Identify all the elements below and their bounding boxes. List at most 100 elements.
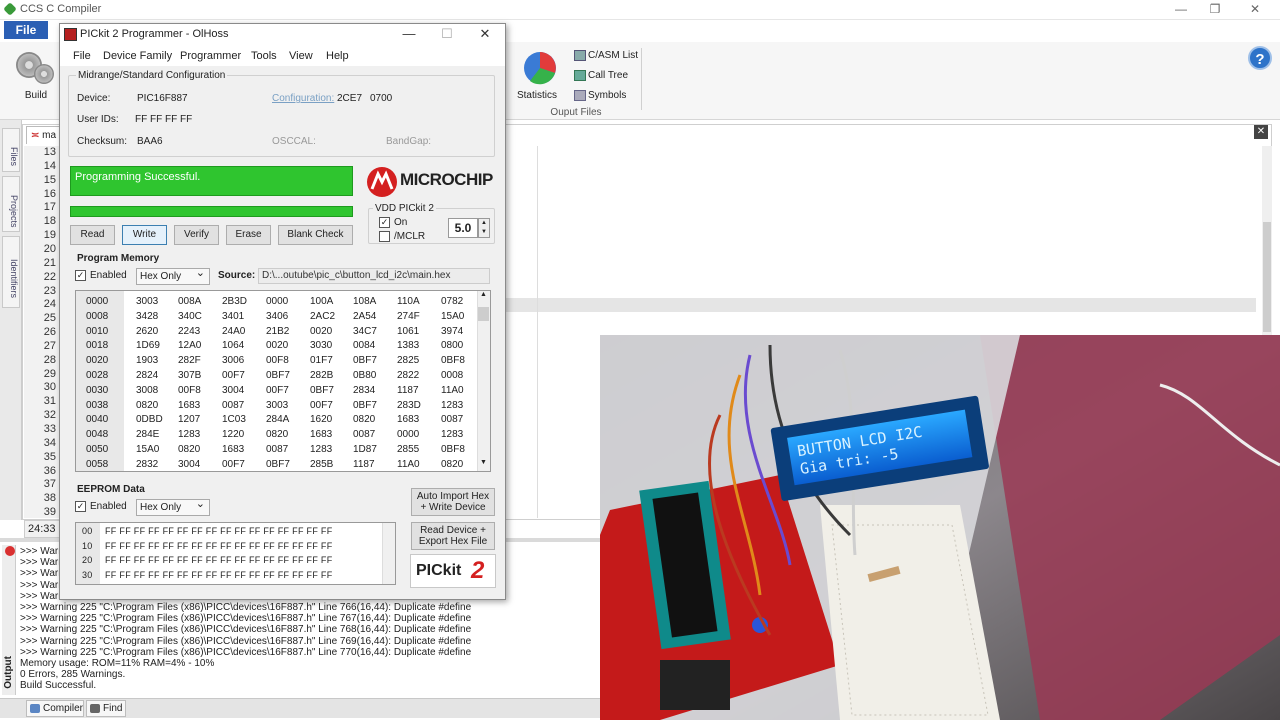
memory-word[interactable]: 0087 [441,414,463,425]
eeprom-bytes[interactable]: FF FF FF FF FF FF FF FF FF FF FF FF FF F… [105,555,333,565]
memory-word[interactable]: 00F7 [266,385,289,396]
memory-word[interactable]: 0087 [266,444,288,455]
read-export-button[interactable]: Read Device + Export Hex File [411,522,495,550]
memory-word[interactable]: 0000 [266,296,288,307]
side-tab-projects[interactable]: Projects [2,176,20,232]
menu-programmer[interactable]: Programmer [180,50,241,62]
eeprom-bytes[interactable]: FF FF FF FF FF FF FF FF FF FF FF FF FF F… [105,541,333,551]
memory-word[interactable]: 2825 [397,355,419,366]
menu-file[interactable]: File [73,50,91,62]
memory-word[interactable]: 1903 [136,355,158,366]
memory-word[interactable]: 0020 [266,340,288,351]
memory-word[interactable]: 00F7 [222,370,245,381]
memory-word[interactable]: 2A54 [353,311,376,322]
menu-help[interactable]: Help [326,50,349,62]
memory-word[interactable]: 0BF7 [353,355,377,366]
memory-word[interactable]: 1683 [222,444,244,455]
memory-word[interactable]: 0BF7 [266,459,290,470]
symbols-button[interactable]: Symbols [588,90,626,101]
menu-device-family[interactable]: Device Family [103,50,172,62]
memory-word[interactable]: 1283 [441,400,463,411]
memory-word[interactable]: 2822 [397,370,419,381]
memory-word[interactable]: 3030 [310,340,332,351]
memory-word[interactable]: 100A [310,296,333,307]
memory-word[interactable]: 1064 [222,340,244,351]
pickit-minimize-icon[interactable]: — [394,26,424,44]
vdd-spinner[interactable]: ▲ ▼ [478,218,490,238]
memory-word[interactable]: 00F8 [178,385,201,396]
memory-word[interactable]: 2834 [353,385,375,396]
menu-view[interactable]: View [289,50,313,62]
memory-word[interactable]: 1620 [310,414,332,425]
memory-word[interactable]: 1683 [310,429,332,440]
memory-word[interactable]: 3008 [136,385,158,396]
pickit-close-icon[interactable]: ✕ [470,26,500,44]
memory-word[interactable]: 3406 [266,311,288,322]
vdd-voltage-input[interactable]: 5.0 [448,218,478,238]
auto-import-write-button[interactable]: Auto Import Hex + Write Device [411,488,495,516]
memory-word[interactable]: 0DBD [136,414,163,425]
eeprom-bytes[interactable]: FF FF FF FF FF FF FF FF FF FF FF FF FF F… [105,570,333,580]
memory-word[interactable]: 274F [397,311,420,322]
memory-word[interactable]: 15A0 [441,311,464,322]
memory-word[interactable]: 2B3D [222,296,247,307]
memory-word[interactable]: 0BF7 [310,385,334,396]
file-menu-tab[interactable]: File [4,21,48,39]
program-memory-enabled-checkbox[interactable]: ✓ [75,270,86,281]
memory-word[interactable]: 1283 [441,429,463,440]
memory-word[interactable]: 0820 [136,400,158,411]
memory-word[interactable]: 110A [397,296,420,307]
minimize-icon[interactable]: — [1166,2,1196,18]
call-tree-button[interactable]: Call Tree [588,70,628,81]
verify-button[interactable]: Verify [174,225,219,245]
memory-word[interactable]: 0820 [266,429,288,440]
memory-word[interactable]: 12A0 [178,340,201,351]
memory-word[interactable]: 2AC2 [310,311,335,322]
memory-word[interactable]: 00F7 [222,459,245,470]
memory-word[interactable]: 1283 [310,444,332,455]
blank-check-button[interactable]: Blank Check [278,225,353,245]
memory-word[interactable]: 0800 [441,340,463,351]
memory-word[interactable]: 0B80 [353,370,376,381]
editor-close-icon[interactable]: ✕ [1254,125,1268,139]
memory-word[interactable]: 1D69 [136,340,160,351]
eeprom-enabled-checkbox[interactable]: ✓ [75,501,86,512]
memory-word[interactable]: 0820 [353,414,375,425]
editor-scroll-thumb[interactable] [1263,222,1271,332]
memory-word[interactable]: 3004 [178,459,200,470]
write-button[interactable]: Write [122,225,167,245]
erase-button[interactable]: Erase [226,225,271,245]
memory-word[interactable]: 285B [310,459,333,470]
memory-word[interactable]: 0BF7 [266,370,290,381]
memory-word[interactable]: 1683 [178,400,200,411]
memory-word[interactable]: 0BF8 [441,355,465,366]
close-icon[interactable]: ✕ [1240,2,1270,18]
memory-word[interactable]: 284E [136,429,159,440]
memory-word[interactable]: 15A0 [136,444,159,455]
memory-word[interactable]: 01F7 [310,355,333,366]
eeprom-mode-select[interactable]: Hex Only [136,497,210,516]
memory-word[interactable]: 3003 [266,400,288,411]
memory-word[interactable]: 21B2 [266,326,289,337]
memory-word[interactable]: 3006 [222,355,244,366]
memory-word[interactable]: 008A [178,296,201,307]
memory-word[interactable]: 108A [353,296,376,307]
memory-word[interactable]: 282F [178,355,201,366]
build-button[interactable]: Build [14,90,58,101]
memory-word[interactable]: 2855 [397,444,419,455]
memory-word[interactable]: 0084 [353,340,375,351]
menu-tools[interactable]: Tools [251,50,277,62]
memory-word[interactable]: 11A0 [397,459,420,470]
memory-word[interactable]: 2832 [136,459,158,470]
memory-word[interactable]: 0087 [353,429,375,440]
side-tab-identifiers[interactable]: Identifiers [2,236,20,308]
memory-word[interactable]: 0820 [178,444,200,455]
vdd-on-checkbox[interactable]: ✓ [379,217,390,228]
memory-word[interactable]: 284A [266,414,289,425]
memory-word[interactable]: 307B [178,370,201,381]
scroll-up-icon[interactable]: ▲ [480,291,487,298]
eeprom-bytes[interactable]: FF FF FF FF FF FF FF FF FF FF FF FF FF F… [105,526,333,536]
memory-word[interactable]: 1283 [178,429,200,440]
memory-word[interactable]: 2620 [136,326,158,337]
memory-word[interactable]: 3974 [441,326,463,337]
